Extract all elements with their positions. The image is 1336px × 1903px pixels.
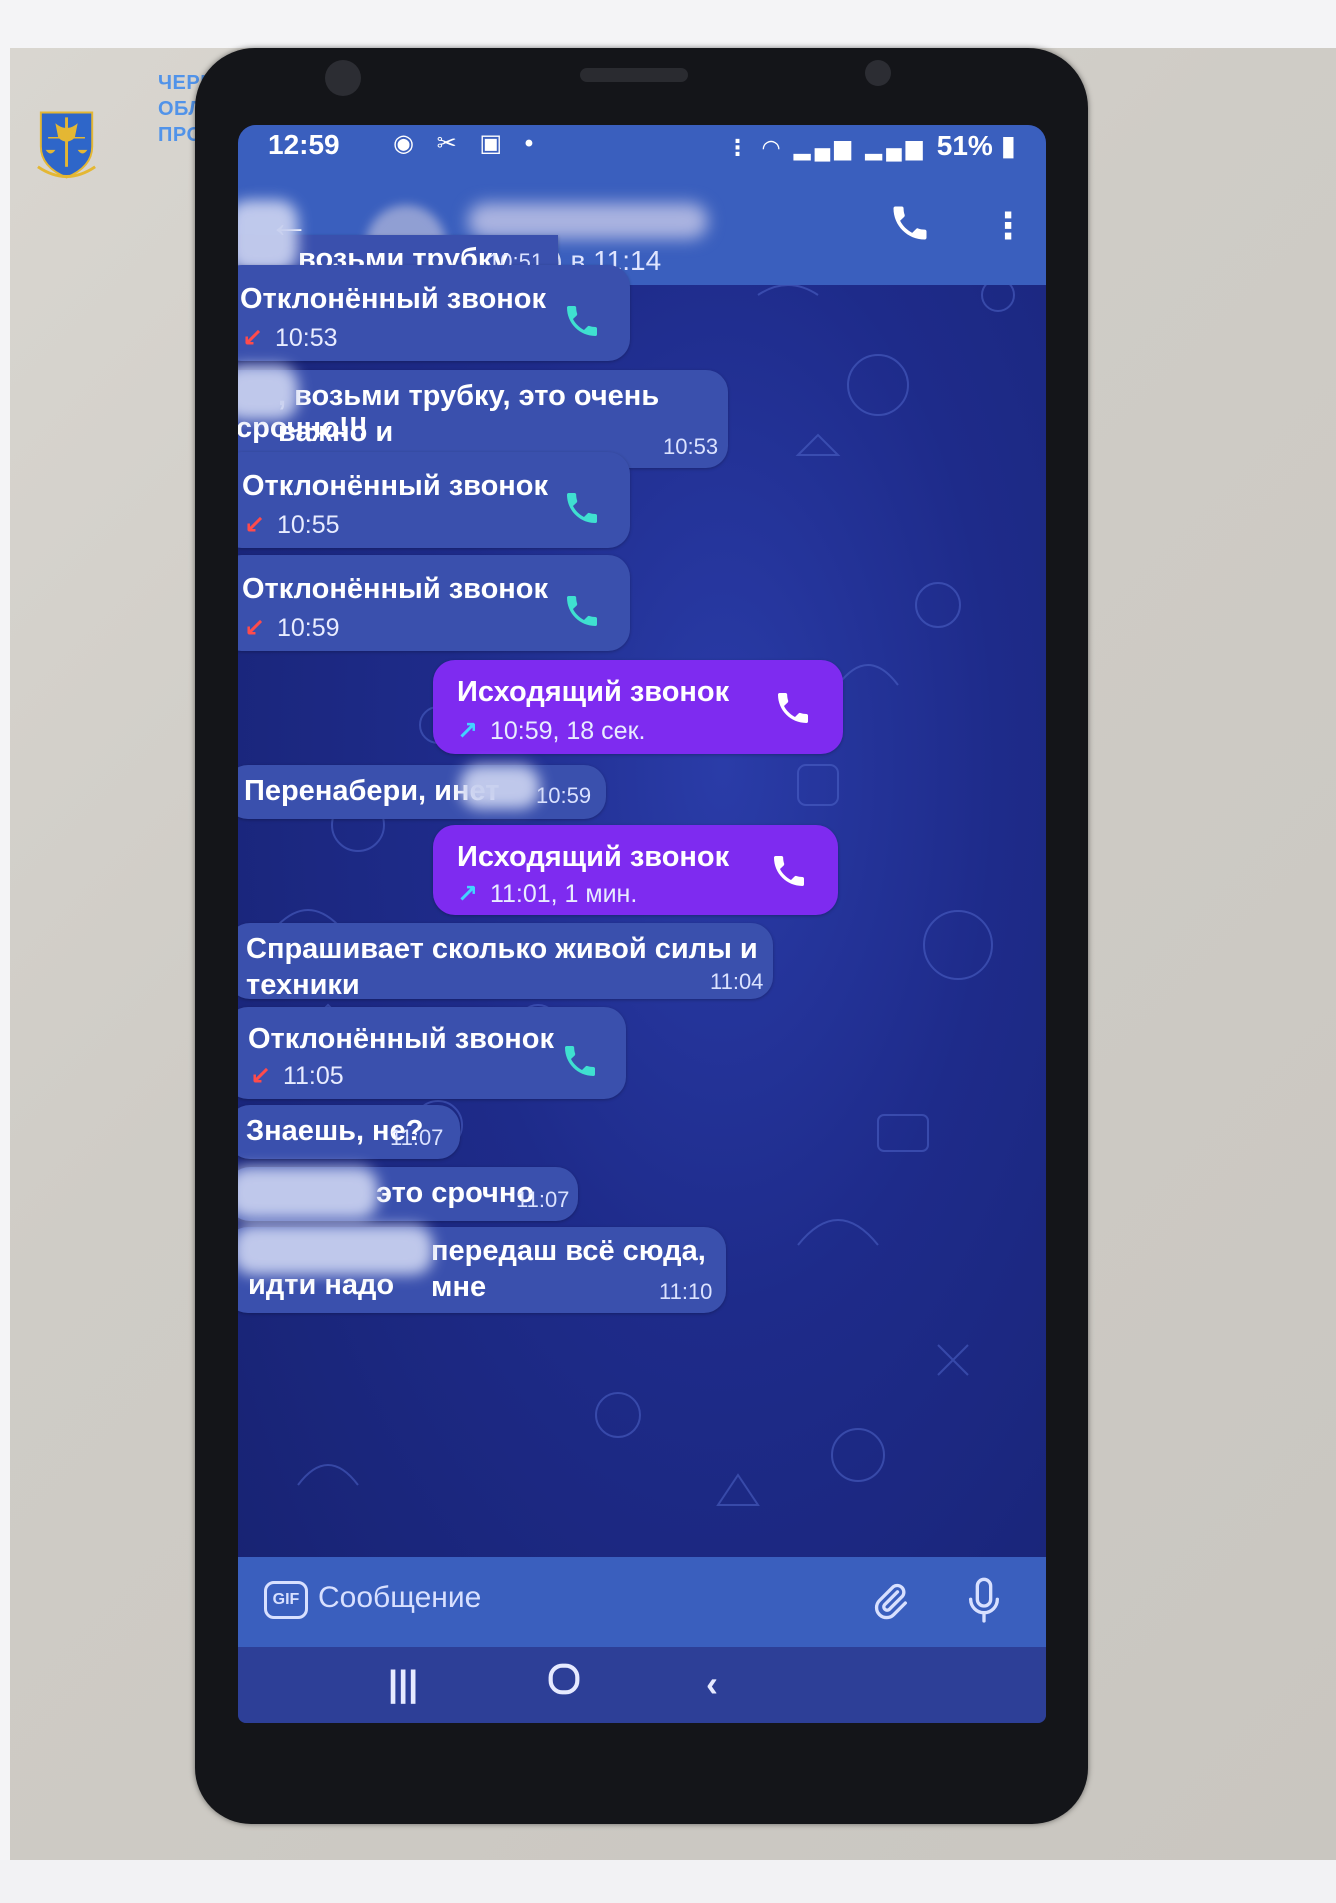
gif-sticker-icon[interactable]: GIF [264, 1581, 308, 1619]
redacted-text [238, 1225, 433, 1275]
missed-call-bubble[interactable]: Отклонённый звонок ↙ 11:05 [238, 1007, 626, 1099]
redacted-name [238, 365, 298, 420]
call-meta: ↙ 10:55 [244, 510, 340, 540]
message-input-bar: GIF Сообщение [238, 1557, 1046, 1647]
front-camera [325, 60, 361, 96]
outgoing-call-bubble[interactable]: Исходящий звонок ↗ 11:01, 1 мин. [433, 825, 838, 915]
missed-call-bubble[interactable]: Отклонённый звонок ↙ 10:59 [238, 555, 630, 651]
call-again-icon[interactable] [773, 688, 813, 728]
battery-icon: ▮ [992, 130, 1016, 161]
call-title: Отклонённый звонок [248, 1023, 555, 1055]
redacted-name [238, 200, 298, 272]
recent-apps-icon[interactable]: ||| [388, 1663, 418, 1705]
back-icon[interactable]: ‹ [706, 1663, 718, 1705]
message-time: 10:53 [663, 434, 719, 459]
call-back-icon[interactable] [560, 1041, 600, 1081]
attach-paperclip-icon[interactable] [870, 1579, 910, 1623]
outgoing-call-arrow-icon: ↗ [457, 880, 478, 908]
message-text: Спрашивает сколько живой силы и техники [246, 933, 758, 1001]
call-meta: ↗ 11:01, 1 мин. [457, 879, 637, 909]
message-text: это срочно [376, 1177, 535, 1209]
redacted-name [238, 1167, 378, 1219]
status-bar: 12:59 ◉ ✂ ▣ • ⋮ ◠ ▂▄▆ ▂▄▆ 51% ▮ [238, 125, 1046, 165]
outgoing-call-bubble[interactable]: Исходящий звонок ↗ 10:59, 18 сек. [433, 660, 843, 754]
earpiece-speaker [580, 68, 688, 82]
system-navigation-bar: ||| ‹ [238, 1647, 1046, 1723]
missed-call-bubble[interactable]: Отклонённый звонок ↙ 10:53 [238, 265, 630, 361]
phone-call-icon[interactable] [888, 201, 932, 245]
battery-level: 51% [936, 130, 993, 161]
call-meta: ↙ 11:05 [250, 1061, 344, 1091]
message-bubble[interactable]: Перенабери, инет 10:59 [238, 765, 606, 819]
call-meta: ↙ 10:53 [242, 323, 338, 353]
call-time: 10:53 [274, 324, 338, 352]
message-input[interactable]: Сообщение [318, 1581, 481, 1615]
call-time: 10:55 [276, 511, 340, 539]
phone-screen: 12:59 ◉ ✂ ▣ • ⋮ ◠ ▂▄▆ ▂▄▆ 51% ▮ ← был(а)… [238, 125, 1046, 1723]
message-time: 11:07 [516, 1187, 570, 1212]
call-title: Исходящий звонок [457, 676, 730, 708]
more-options-icon[interactable]: ⋮ [990, 205, 1026, 247]
signal-icon: ⋮ ◠ ▂▄▆ ▂▄▆ [726, 135, 937, 160]
missed-call-arrow-icon: ↙ [244, 614, 265, 642]
missed-call-bubble[interactable]: Отклонённый звонок ↙ 10:55 [238, 452, 630, 548]
missed-call-arrow-icon: ↙ [244, 511, 265, 539]
message-bubble[interactable]: Знаешь, не? 11:07 [238, 1105, 460, 1159]
call-back-icon[interactable] [562, 301, 602, 341]
redacted-text [460, 765, 540, 809]
call-back-icon[interactable] [562, 488, 602, 528]
call-title: Отклонённый звонок [242, 573, 549, 605]
call-time: 10:59, 18 сек. [489, 717, 646, 745]
message-time: 11:07 [390, 1125, 444, 1150]
home-icon[interactable] [544, 1659, 584, 1708]
call-time: 11:05 [282, 1062, 344, 1090]
contact-name-redacted [468, 203, 708, 239]
message-time: 11:04 [710, 969, 764, 994]
call-meta: ↗ 10:59, 18 сек. [457, 716, 645, 746]
microphone-icon[interactable] [964, 1575, 1004, 1627]
status-time: 12:59 [268, 129, 340, 160]
call-meta: ↙ 10:59 [244, 613, 340, 643]
page-bottom-strip [0, 1860, 1336, 1903]
missed-call-arrow-icon: ↙ [242, 324, 263, 352]
missed-call-arrow-icon: ↙ [250, 1062, 271, 1090]
call-title: Отклонённый звонок [240, 283, 547, 315]
message-bubble[interactable]: Спрашивает сколько живой силы и техники … [238, 923, 773, 1001]
call-title: Исходящий звонок [457, 841, 730, 873]
outgoing-call-arrow-icon: ↗ [457, 717, 478, 745]
proximity-sensor [865, 60, 891, 86]
call-time: 10:59 [276, 614, 340, 642]
message-time: 10:59 [536, 783, 592, 808]
notification-icons: ◉ ✂ ▣ • [393, 130, 542, 157]
call-back-icon[interactable] [562, 591, 602, 631]
message-time: 11:10 [659, 1279, 713, 1304]
call-again-icon[interactable] [769, 851, 809, 891]
status-right: ⋮ ◠ ▂▄▆ ▂▄▆ 51% ▮ [727, 129, 1016, 162]
prosecutor-emblem-icon [37, 111, 96, 179]
call-title: Отклонённый звонок [242, 470, 549, 502]
call-time: 11:01, 1 мин. [489, 880, 638, 908]
